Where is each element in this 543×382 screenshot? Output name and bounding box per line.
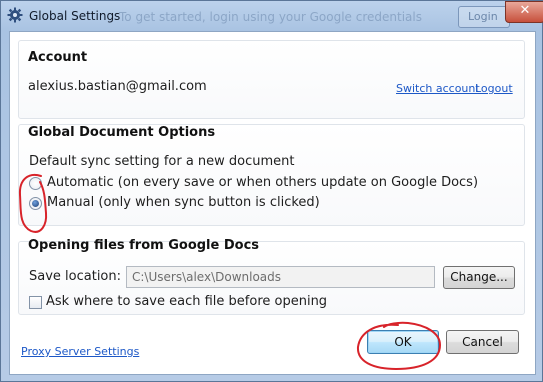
ask-checkbox[interactable]: Ask where to save each file before openi…	[29, 293, 329, 311]
change-button[interactable]: Change...	[443, 266, 515, 289]
ok-button[interactable]: OK	[367, 330, 439, 354]
opening-files-group: Opening files from Google Docs Save loca…	[18, 238, 525, 315]
save-location-field[interactable]: C:\Users\alex\Downloads	[126, 266, 435, 288]
radio-automatic-button[interactable]	[29, 177, 42, 190]
ask-checkbox-box[interactable]	[29, 296, 42, 309]
global-settings-window: Global Settings To get started, login us…	[0, 0, 543, 382]
account-group: Account alexius.bastian@gmail.com Switch…	[18, 40, 525, 119]
logout-link[interactable]: Logout	[475, 82, 513, 95]
radio-automatic[interactable]: Automatic (on every save or when others …	[29, 174, 478, 192]
cancel-button[interactable]: Cancel	[446, 330, 519, 354]
gear-icon	[7, 7, 23, 23]
background-window-text: To get started, login using your Google …	[119, 10, 422, 24]
account-heading: Account	[28, 50, 88, 65]
dialog-client-area: Account alexius.bastian@gmail.com Switch…	[9, 31, 536, 375]
window-title: Global Settings	[29, 9, 121, 23]
radio-manual-label: Manual (only when sync button is clicked…	[47, 195, 320, 210]
save-location-value: C:\Users\alex\Downloads	[132, 270, 282, 284]
close-button[interactable]: ✕	[505, 1, 543, 23]
account-email: alexius.bastian@gmail.com	[28, 79, 207, 94]
title-bar[interactable]: Global Settings To get started, login us…	[1, 1, 543, 31]
document-options-heading: Global Document Options	[28, 125, 216, 140]
proxy-settings-link[interactable]: Proxy Server Settings	[21, 345, 139, 358]
ask-checkbox-label: Ask where to save each file before openi…	[46, 294, 328, 309]
change-button-label: Change...	[450, 270, 508, 284]
background-login-label: Login	[468, 10, 498, 23]
background-login-button: Login	[458, 6, 510, 28]
save-location-label: Save location:	[29, 269, 122, 284]
opening-files-heading: Opening files from Google Docs	[28, 238, 260, 253]
radio-manual[interactable]: Manual (only when sync button is clicked…	[29, 194, 459, 212]
close-icon: ✕	[519, 3, 531, 18]
ok-button-label: OK	[394, 335, 412, 349]
sync-description: Default sync setting for a new document	[29, 154, 295, 169]
radio-automatic-label: Automatic (on every save or when others …	[47, 175, 479, 190]
switch-account-link[interactable]: Switch account	[396, 82, 480, 95]
cancel-button-label: Cancel	[462, 335, 503, 349]
document-options-group: Global Document Options Default sync set…	[18, 124, 525, 226]
radio-manual-button[interactable]	[29, 197, 42, 210]
